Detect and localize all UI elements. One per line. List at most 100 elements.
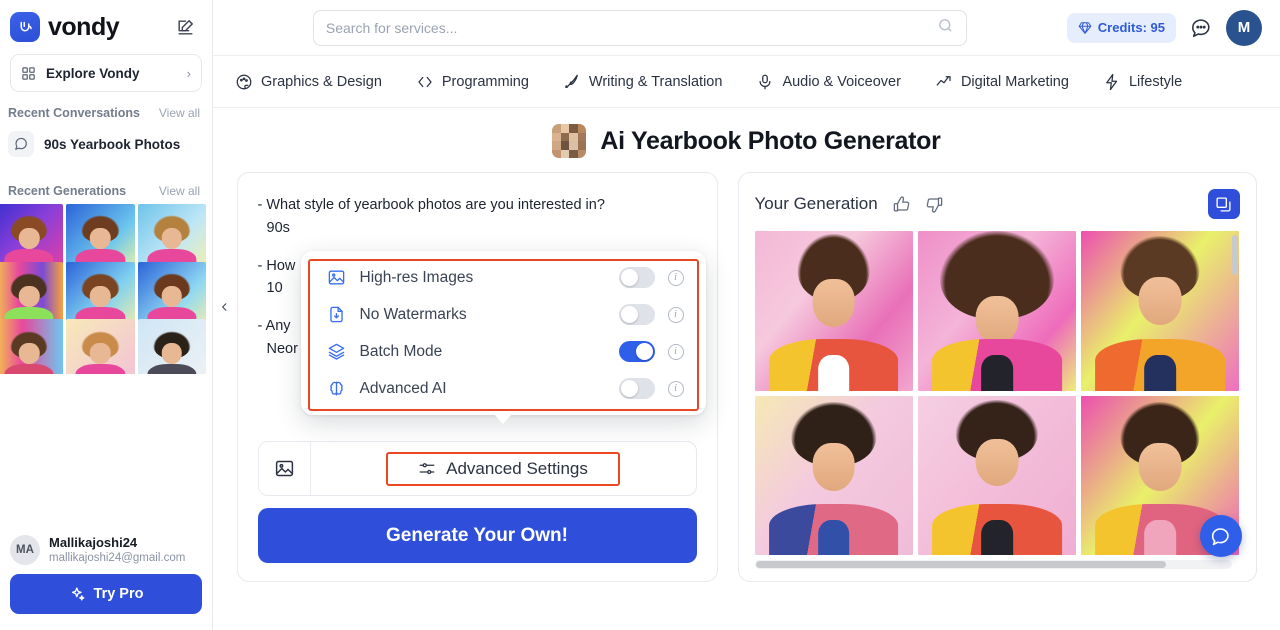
nav-item-label: Programming	[441, 73, 529, 90]
page-title-row: Ai Yearbook Photo Generator	[233, 108, 1260, 172]
options-list: High-res Images i No Watermarks i Batch Mode…	[301, 259, 706, 407]
list-item[interactable]: 90s Yearbook Photos	[0, 126, 212, 162]
option-row-batch-mode[interactable]: Batch Mode i	[301, 333, 706, 370]
chat-bubble-icon	[8, 131, 34, 157]
generation-thumbnail[interactable]	[137, 319, 206, 374]
user-email: mallikajoshi24@gmail.com	[49, 552, 186, 565]
option-toggle[interactable]	[618, 378, 655, 399]
nav-item-writing-translation[interactable]: Writing & Translation	[563, 73, 739, 91]
generated-photo[interactable]	[1081, 231, 1240, 391]
info-icon[interactable]: i	[667, 306, 684, 323]
panels: - What style of yearbook photos are you …	[233, 172, 1260, 582]
option-toggle[interactable]	[618, 304, 655, 325]
sidebar: vondy Explore Vondy › Recent Conversatio…	[0, 0, 213, 630]
app-root: vondy Explore Vondy › Recent Conversatio…	[0, 0, 1280, 630]
compose-icon[interactable]	[172, 14, 198, 40]
search-box[interactable]	[312, 9, 967, 46]
nav-item-programming[interactable]: Programming	[416, 73, 545, 91]
nav-item-lifestyle[interactable]: Lifestyle	[1103, 73, 1198, 91]
image-icon	[327, 268, 347, 288]
brand[interactable]: vondy	[10, 12, 120, 42]
vertical-scrollbar[interactable]	[1231, 235, 1238, 275]
generated-photo[interactable]	[917, 395, 1077, 555]
thumbs-down-icon[interactable]	[925, 195, 944, 214]
try-pro-button[interactable]: Try Pro	[10, 574, 202, 614]
sidebar-header: vondy	[0, 0, 212, 52]
sidebar-item-explore-vondy[interactable]: Explore Vondy ›	[10, 54, 202, 92]
generation-thumbnail[interactable]	[0, 319, 64, 374]
tools-row: Advanced Settings	[257, 441, 697, 496]
recent-generations-header: Recent Generations View all	[0, 162, 212, 204]
top-bar-actions: Credits: 95 M	[1066, 9, 1262, 46]
page-title: Ai Yearbook Photo Generator	[600, 126, 941, 155]
option-toggle[interactable]	[618, 267, 655, 288]
recent-generations-title: Recent Generations	[8, 184, 127, 198]
nav-item-audio-voiceover[interactable]: Audio & Voiceover	[756, 73, 917, 91]
yearbook-collage-icon	[552, 124, 587, 158]
nav-item-graphics-design[interactable]: Graphics & Design	[235, 73, 398, 91]
sidebar-collapse-toggle[interactable]	[215, 292, 233, 322]
option-label: Batch Mode	[359, 342, 443, 360]
diamond-icon	[1078, 21, 1092, 35]
nav-item-digital-marketing[interactable]: Digital Marketing	[935, 73, 1085, 91]
advanced-settings-button[interactable]: Advanced Settings	[386, 451, 620, 486]
generated-photo[interactable]	[917, 231, 1077, 391]
qa-question: - What style of yearbook photos are you …	[257, 197, 605, 213]
content-area: Ai Yearbook Photo Generator - What style…	[213, 108, 1280, 630]
qa-answer: 90s	[266, 219, 290, 236]
chat-bubble-icon[interactable]	[1190, 17, 1212, 39]
brain-icon	[327, 379, 347, 399]
generation-thumbnail[interactable]	[66, 319, 135, 374]
horizontal-scrollbar[interactable]	[754, 560, 1232, 569]
credits-label: Credits: 95	[1097, 20, 1165, 35]
recent-conversations-view-all[interactable]: View all	[159, 106, 200, 120]
info-icon[interactable]: i	[667, 269, 684, 286]
option-row-high-res-images[interactable]: High-res Images i	[301, 259, 706, 296]
chevron-right-icon: ›	[186, 65, 191, 81]
recent-generations-view-all[interactable]: View all	[159, 184, 200, 198]
info-icon[interactable]: i	[667, 380, 684, 397]
grid-icon	[21, 66, 36, 81]
recent-generations-grid	[0, 204, 212, 374]
copy-icon[interactable]	[1207, 189, 1240, 219]
option-row-no-watermarks[interactable]: No Watermarks i	[301, 296, 706, 333]
conversation-label: 90s Yearbook Photos	[44, 136, 181, 152]
generate-button[interactable]: Generate Your Own!	[257, 508, 697, 563]
credits-badge[interactable]: Credits: 95	[1066, 12, 1176, 43]
search-input[interactable]	[325, 19, 937, 36]
trending-up-icon	[935, 73, 953, 91]
recent-conversations-title: Recent Conversations	[8, 106, 140, 120]
explore-vondy-label: Explore Vondy	[46, 65, 140, 81]
generated-photo[interactable]	[754, 231, 913, 391]
generation-header: Your Generation	[755, 189, 1240, 219]
avatar[interactable]: M	[1226, 9, 1262, 46]
option-label: No Watermarks	[359, 305, 467, 323]
lightning-icon	[1103, 73, 1121, 91]
avatar: MA	[10, 535, 40, 566]
option-toggle[interactable]	[618, 341, 655, 362]
generation-card: Your Generation	[737, 172, 1257, 582]
nav-item-label: Lifestyle	[1128, 73, 1183, 90]
category-nav: Graphics & Design Programming Writing & Tr…	[213, 56, 1280, 108]
user-name: Mallikajoshi24	[49, 534, 138, 550]
chat-bubble-icon[interactable]	[1199, 515, 1242, 557]
microphone-icon	[756, 73, 774, 91]
code-icon	[416, 73, 434, 91]
popover-arrow	[494, 414, 512, 424]
image-icon[interactable]	[258, 442, 311, 495]
user-profile[interactable]: MA Mallikajoshi24 mallikajoshi24@gmail.c…	[0, 525, 212, 574]
generation-gallery[interactable]	[754, 231, 1240, 569]
advanced-options-popover: High-res Images i No Watermarks i Batch Mode…	[300, 251, 706, 424]
qa-item: - What style of yearbook photos are you …	[258, 195, 697, 240]
palette-icon	[235, 73, 253, 91]
layers-icon	[327, 342, 347, 362]
image-grid	[754, 231, 1240, 555]
sliders-icon	[418, 460, 436, 478]
vondy-logo-icon	[10, 12, 40, 42]
info-icon[interactable]: i	[667, 343, 684, 360]
generated-photo[interactable]	[754, 395, 913, 555]
option-row-advanced-ai[interactable]: Advanced AI i	[301, 370, 706, 407]
file-download-icon	[327, 305, 347, 325]
search-icon[interactable]	[937, 17, 954, 39]
thumbs-up-icon[interactable]	[892, 195, 911, 214]
